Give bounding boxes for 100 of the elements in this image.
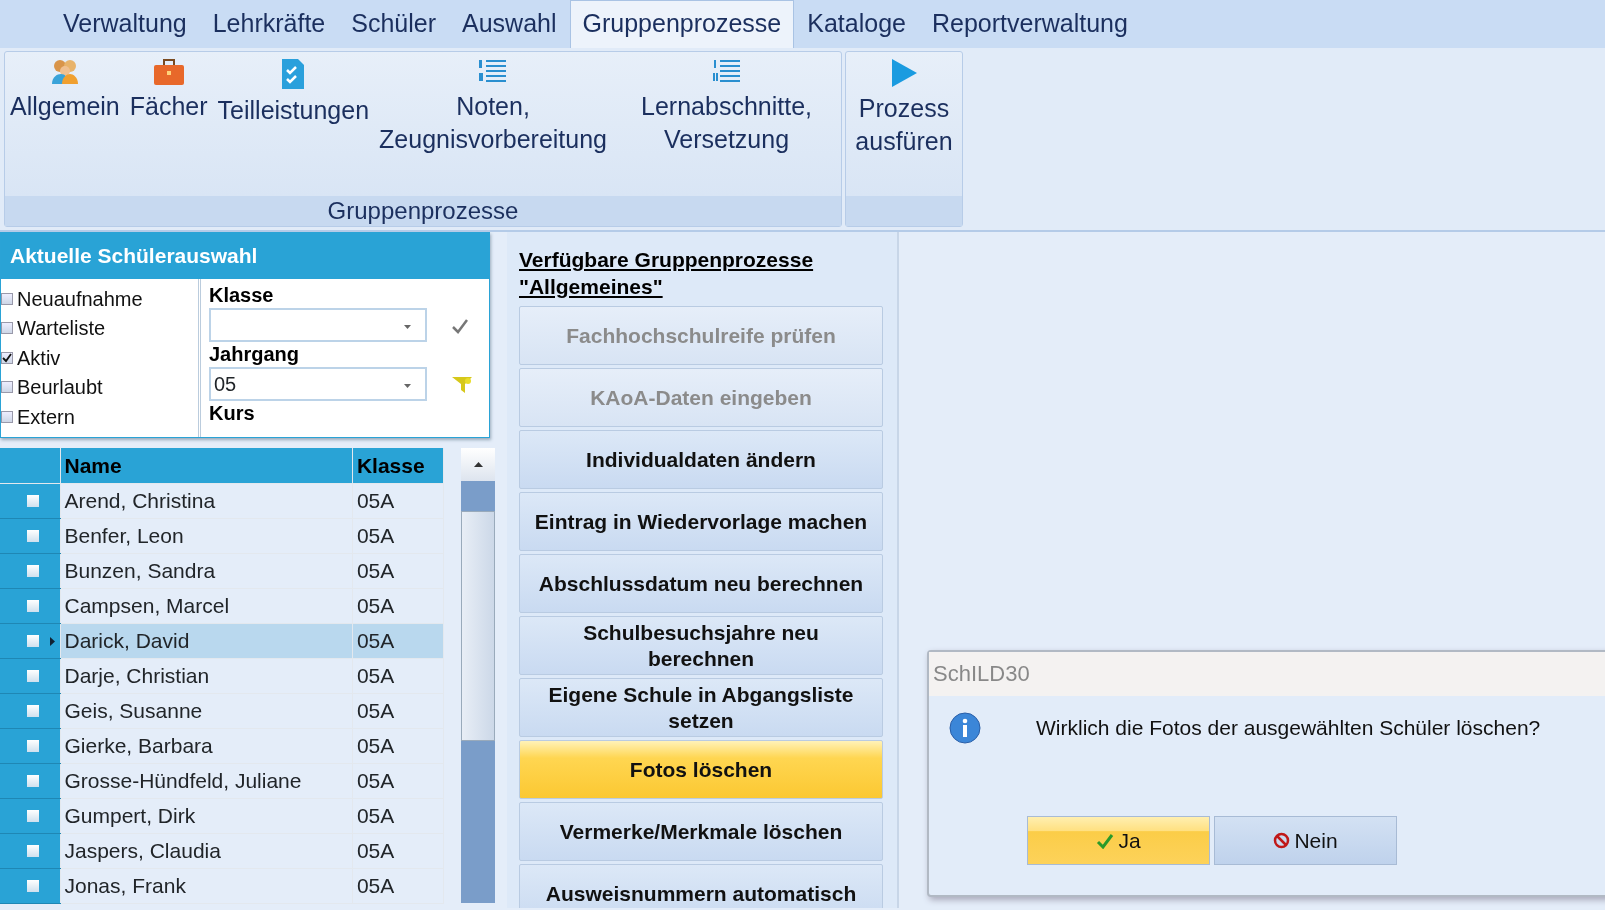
- process-button[interactable]: Schulbesuchsjahre neu berechnen: [519, 616, 883, 675]
- table-cell: Campsen, Marcel: [60, 588, 353, 623]
- table-cell: Bunzen, Sandra: [60, 553, 353, 588]
- menu-tab[interactable]: Gruppenprozesse: [569, 0, 795, 48]
- ribbon-button[interactable]: Teilleistungen: [212, 52, 375, 133]
- dialog-button[interactable]: Nein: [1214, 816, 1397, 865]
- row-checkbox[interactable]: [27, 669, 39, 682]
- row-checkbox[interactable]: [27, 844, 39, 857]
- row-checkbox[interactable]: [27, 774, 39, 787]
- table-cell: 05A: [352, 798, 444, 833]
- column-header[interactable]: Name: [60, 448, 353, 483]
- row-selector[interactable]: [0, 588, 60, 623]
- row-selector[interactable]: [0, 553, 60, 588]
- table-cell: Jonas, Frank: [60, 868, 353, 903]
- process-button[interactable]: Fotos löschen: [519, 740, 883, 799]
- row-checkbox[interactable]: [27, 634, 39, 647]
- menu-tab[interactable]: Kataloge: [794, 0, 919, 48]
- checkbox-label: Aktiv: [17, 345, 61, 371]
- row-selector[interactable]: [0, 833, 60, 868]
- play-icon: [890, 58, 918, 88]
- scroll-up-icon[interactable]: [473, 462, 483, 467]
- menu-tab[interactable]: Schüler: [338, 0, 450, 48]
- dialog-title: SchILD30: [929, 652, 1605, 696]
- table-cell: Arend, Christina: [60, 483, 353, 518]
- dropdown-field[interactable]: 05: [209, 367, 427, 401]
- process-button[interactable]: Ausweisnummern automatisch: [519, 864, 883, 908]
- row-checkbox[interactable]: [27, 704, 39, 717]
- row-checkbox[interactable]: [27, 879, 39, 892]
- table-cell: 05A: [352, 518, 444, 553]
- table-cell: 05A: [352, 728, 444, 763]
- ribbon-button[interactable]: Fächer: [124, 52, 213, 129]
- people-icon: [49, 58, 80, 86]
- table-cell: 05A: [352, 483, 444, 518]
- filter-icon[interactable]: [451, 374, 473, 395]
- menu-tab[interactable]: Lehrkräfte: [199, 0, 339, 48]
- row-selector[interactable]: [0, 763, 60, 798]
- row-checkbox[interactable]: [27, 564, 39, 577]
- current-row-icon: [50, 636, 55, 646]
- row-selector[interactable]: [0, 518, 60, 553]
- row-checkbox[interactable]: [27, 739, 39, 752]
- checkbox[interactable]: [1, 410, 13, 423]
- process-button[interactable]: Abschlussdatum neu berechnen: [519, 554, 883, 613]
- checkbox[interactable]: [1, 322, 13, 335]
- dropdown-arrow-icon[interactable]: [404, 324, 411, 329]
- scrollbar[interactable]: [461, 448, 495, 903]
- check-icon: [1096, 832, 1115, 849]
- table-cell: 05A: [352, 833, 444, 868]
- table-cell: 05A: [352, 693, 444, 728]
- table-cell: Gumpert, Dirk: [60, 798, 353, 833]
- table-cell: Benfer, Leon: [60, 518, 353, 553]
- panel-heading: Verfügbare Gruppenprozesse "Allgemeines": [519, 247, 815, 300]
- ribbon-button[interactable]: Lernabschnitte, Versetzung: [612, 52, 841, 162]
- row-selector[interactable]: [0, 798, 60, 833]
- field-label: Klasse: [209, 283, 275, 308]
- no-entry-icon: [1273, 832, 1291, 849]
- row-checkbox[interactable]: [27, 529, 39, 542]
- dialog-message: Wirklich die Fotos der ausgewählten Schüler löschen?: [1036, 715, 1541, 742]
- process-button[interactable]: Vermerke/Merkmale löschen: [519, 802, 883, 861]
- process-button[interactable]: Eigene Schule in Abgangsliste setzen: [519, 678, 883, 737]
- table-cell: Geis, Susanne: [60, 693, 353, 728]
- check-icon[interactable]: [451, 317, 469, 334]
- table-cell: 05A: [352, 588, 444, 623]
- checkbox[interactable]: [1, 292, 13, 305]
- menu-tab[interactable]: Verwaltung: [50, 0, 200, 48]
- checkbox-label: Extern: [17, 404, 75, 430]
- checkbox[interactable]: [1, 381, 13, 394]
- ribbon-button[interactable]: Allgemein: [5, 52, 125, 129]
- process-button[interactable]: Eintrag in Wiedervorlage machen: [519, 492, 883, 551]
- row-selector[interactable]: [0, 728, 60, 763]
- menu-tab[interactable]: Reportverwaltung: [918, 0, 1141, 48]
- row-selector[interactable]: [0, 693, 60, 728]
- table-cell: Jaspers, Claudia: [60, 833, 353, 868]
- table-cell: 05A: [352, 623, 444, 658]
- table-cell: 05A: [352, 658, 444, 693]
- row-checkbox[interactable]: [27, 809, 39, 822]
- table-cell: Darick, David: [60, 623, 353, 658]
- panel-title: Aktuelle Schülerauswahl: [1, 233, 489, 279]
- row-checkbox[interactable]: [27, 599, 39, 612]
- dropdown-arrow-icon[interactable]: [404, 383, 411, 388]
- column-header[interactable]: Klasse: [352, 448, 444, 483]
- row-selector[interactable]: [0, 483, 60, 518]
- menu-tab[interactable]: Auswahl: [449, 0, 570, 48]
- checklist-icon: [281, 58, 306, 90]
- ribbon-button[interactable]: Noten, Zeugnisvorbereitung: [374, 52, 612, 162]
- dialog-button[interactable]: Ja: [1027, 816, 1210, 865]
- checkbox-label: Beurlaubt: [17, 375, 103, 401]
- row-selector[interactable]: [0, 658, 60, 693]
- field-value: 05: [214, 372, 237, 397]
- dropdown-field[interactable]: [209, 308, 427, 342]
- table-cell: Grosse-Hündfeld, Juliane: [60, 763, 353, 798]
- field-label: Kurs: [209, 401, 256, 426]
- row-selector[interactable]: [0, 623, 60, 658]
- table-cell: Gierke, Barbara: [60, 728, 353, 763]
- row-selector[interactable]: [0, 868, 60, 903]
- checkbox[interactable]: [1, 351, 13, 364]
- briefcase-icon: [152, 58, 185, 86]
- process-button[interactable]: Individualdaten ändern: [519, 430, 883, 489]
- ribbon-button[interactable]: Prozess ausfüren: [846, 52, 962, 164]
- row-checkbox[interactable]: [27, 494, 39, 507]
- info-icon: [949, 712, 981, 744]
